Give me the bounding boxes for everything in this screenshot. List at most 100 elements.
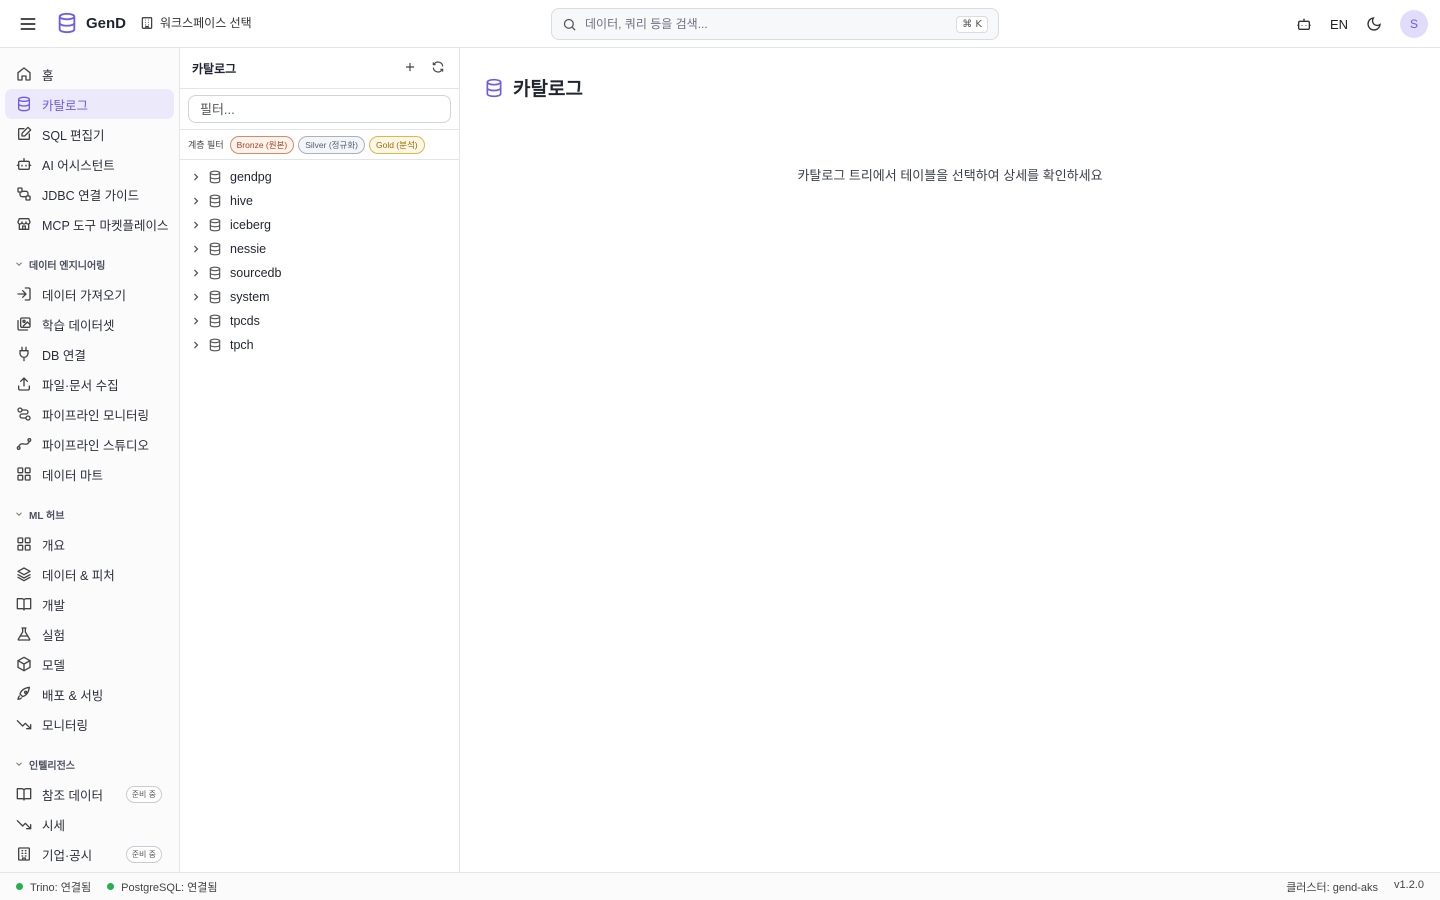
sidebar-item-main-2[interactable]: SQL 편집기 — [5, 119, 174, 149]
grid-icon — [17, 537, 31, 551]
app-logo[interactable]: GenD — [56, 12, 126, 34]
section-title: ML 허브 — [29, 510, 65, 522]
sidebar-item-main-4[interactable]: JDBC 연결 가이드 — [5, 179, 174, 209]
search-box[interactable]: ⌘ K — [551, 8, 999, 40]
refresh-icon[interactable] — [431, 60, 447, 76]
sidebar-item-ml-3[interactable]: 실험 — [5, 619, 174, 649]
section-header-intelligence[interactable]: 인텔리전스 — [0, 754, 179, 774]
tree-node[interactable]: sourcedb — [180, 261, 459, 285]
section-header-ml-hub[interactable]: ML 허브 — [0, 504, 179, 524]
status-dot — [107, 883, 115, 890]
chevron-down-icon — [16, 262, 22, 266]
section-header-data-engineering[interactable]: 데이터 엔지니어링 — [0, 254, 179, 274]
sidebar-item-ml-2[interactable]: 개발 — [5, 589, 174, 619]
sidebar-item-label: 데이터 & 피처 — [42, 568, 115, 583]
trend-down-icon — [16, 820, 32, 830]
sidebar-item-label: MCP 도구 마켓플레이스 — [42, 218, 169, 233]
plus-icon[interactable] — [403, 60, 419, 76]
rocket-icon — [17, 686, 30, 700]
sidebar-item-data-eng-5[interactable]: 파이프라인 스튜디오 — [5, 429, 174, 459]
sidebar-item-label: SQL 편집기 — [42, 128, 105, 143]
chevron-right-icon[interactable] — [190, 195, 202, 207]
layers-icon — [17, 567, 31, 582]
status-badge: 준비 중 — [125, 786, 162, 803]
grid-icon — [17, 467, 31, 481]
sidebar-item-label: 모델 — [42, 658, 66, 673]
tier-bronze-chip[interactable]: Bronze (원본) — [229, 135, 295, 154]
tree-node[interactable]: nessie — [180, 237, 459, 261]
sidebar-item-data-eng-0[interactable]: 데이터 가져오기 — [5, 279, 174, 309]
sidebar-item-ml-0[interactable]: 개요 — [5, 529, 174, 559]
building-icon — [18, 847, 30, 861]
sidebar-item-label: AI 어시스턴트 — [42, 158, 115, 173]
tree-node[interactable]: system — [180, 285, 459, 309]
tier-silver-chip[interactable]: Silver (정규화) — [298, 135, 365, 154]
workspace-label: 워크스페이스 선택 — [160, 16, 252, 30]
sidebar-item-data-eng-6[interactable]: 데이터 마트 — [5, 459, 174, 489]
plug-icon — [19, 346, 29, 362]
sidebar-item-intel-2[interactable]: 기업·공시 준비 중 — [5, 839, 174, 869]
sidebar-item-ml-1[interactable]: 데이터 & 피처 — [5, 559, 174, 589]
book-icon — [16, 598, 32, 611]
empty-state-message: 카탈로그 트리에서 테이블을 선택하여 상세를 확인하세요 — [797, 168, 1103, 183]
filter-input[interactable] — [188, 95, 451, 123]
language-toggle[interactable]: EN — [1330, 17, 1348, 32]
moon-icon[interactable] — [1366, 16, 1382, 32]
sidebar-item-label: 기업·공시 — [42, 848, 93, 863]
search-input[interactable] — [585, 17, 949, 31]
chevron-right-icon[interactable] — [190, 219, 202, 231]
tree-node[interactable]: tpch — [180, 333, 459, 357]
home-icon — [17, 67, 31, 81]
top-actions: EN S — [1296, 10, 1428, 38]
tree-node-label: tpcds — [230, 314, 260, 328]
chevron-right-icon[interactable] — [190, 291, 202, 303]
tree-node[interactable]: gendpg — [180, 165, 459, 189]
section-title: 인텔리전스 — [29, 760, 75, 772]
chevron-right-icon[interactable] — [190, 267, 202, 279]
catalog-tree: gendpg hive iceberg nessie sourcedb system tpc… — [180, 160, 459, 357]
sidebar-item-label: 실험 — [42, 628, 66, 643]
sidebar-item-data-eng-2[interactable]: DB 연결 — [5, 339, 174, 369]
chevron-right-icon[interactable] — [190, 243, 202, 255]
store-icon — [17, 218, 31, 230]
sidebar-item-ml-5[interactable]: 배포 & 서빙 — [5, 679, 174, 709]
chevron-down-icon — [16, 512, 22, 516]
filter-wrap — [180, 89, 459, 130]
sidebar-item-data-eng-1[interactable]: 학습 데이터셋 — [5, 309, 174, 339]
sidebar-item-intel-1[interactable]: 시세 — [5, 809, 174, 839]
sidebar-item-data-eng-3[interactable]: 파일·문서 수집 — [5, 369, 174, 399]
menu-icon[interactable] — [18, 14, 38, 34]
tree-node[interactable]: hive — [180, 189, 459, 213]
search-icon — [562, 17, 577, 32]
sidebar-item-main-5[interactable]: MCP 도구 마켓플레이스 — [5, 209, 174, 239]
sidebar-item-main-1[interactable]: 카탈로그 — [5, 89, 174, 119]
images-icon — [17, 317, 31, 331]
building-icon — [140, 16, 154, 30]
tree-node-label: gendpg — [230, 170, 272, 184]
database-icon — [209, 242, 221, 256]
sidebar-item-label: 홈 — [42, 68, 54, 83]
sidebar-item-main-3[interactable]: AI 어시스턴트 — [5, 149, 174, 179]
workspace-selector[interactable]: 워크스페이스 선택 — [140, 14, 252, 31]
tree-node-label: system — [230, 290, 270, 304]
avatar[interactable]: S — [1400, 10, 1428, 38]
tree-node[interactable]: tpcds — [180, 309, 459, 333]
status-bar: Trino: 연결됨 PostgreSQL: 연결됨 클러스터: gend-ak… — [0, 872, 1440, 900]
bot-icon[interactable] — [1296, 16, 1312, 32]
sidebar-item-data-eng-4[interactable]: 파이프라인 모니터링 — [5, 399, 174, 429]
chevron-right-icon[interactable] — [190, 171, 202, 183]
chevron-right-icon[interactable] — [190, 339, 202, 351]
top-bar: GenD 워크스페이스 선택 ⌘ K EN S — [0, 0, 1440, 48]
sidebar-item-ml-6[interactable]: 모니터링 — [5, 709, 174, 739]
status-right: 클러스터: gend-aks v1.2.0 — [1286, 879, 1424, 895]
sidebar-item-ml-4[interactable]: 모델 — [5, 649, 174, 679]
sidebar-item-label: 파이프라인 스튜디오 — [42, 438, 149, 453]
tier-filter: 계층 필터 Bronze (원본) Silver (정규화) Gold (분석) — [180, 130, 459, 160]
tree-node[interactable]: iceberg — [180, 213, 459, 237]
postgres-status: PostgreSQL: 연결됨 — [107, 879, 218, 895]
sidebar-item-main-0[interactable]: 홈 — [5, 59, 174, 89]
tier-gold-chip[interactable]: Gold (분석) — [368, 135, 425, 154]
sidebar-item-intel-0[interactable]: 참조 데이터 준비 중 — [5, 779, 174, 809]
chevron-right-icon[interactable] — [190, 315, 202, 327]
database-icon — [209, 194, 221, 208]
